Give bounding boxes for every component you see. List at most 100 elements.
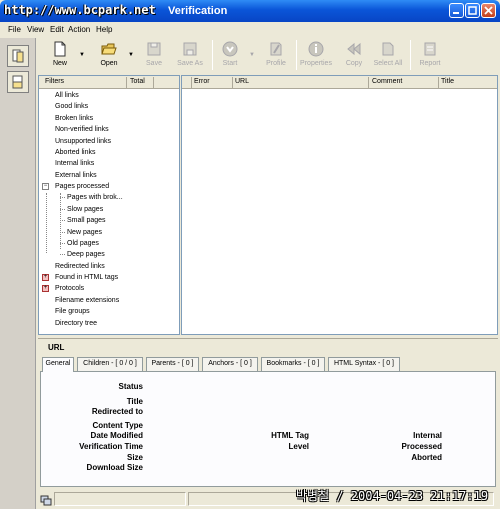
maximize-button[interactable]: [465, 3, 480, 18]
tab-parents[interactable]: Parents - [ 0 ]: [146, 357, 199, 371]
filter-new-pages[interactable]: New pages: [67, 227, 102, 238]
internal-label: Internal: [413, 431, 442, 440]
open-folder-icon: [101, 43, 117, 55]
download-size-label: Download Size: [86, 463, 143, 472]
view-toggle-button-1[interactable]: [7, 45, 29, 67]
start-button[interactable]: Start: [212, 38, 248, 72]
document-view-icon: [12, 49, 24, 63]
menu-edit[interactable]: Edit: [50, 25, 64, 34]
filter-old-pages[interactable]: Old pages: [67, 238, 99, 249]
menu-file[interactable]: File: [8, 25, 21, 34]
details-tabs: General Children - [ 0 / 0 ] Parents - […: [40, 357, 498, 372]
status-cell-1: [54, 492, 186, 506]
close-button[interactable]: [481, 3, 496, 18]
title-bar: http://www.bcpark.net Verification: [0, 0, 500, 22]
filter-aborted-links[interactable]: Aborted links: [55, 147, 95, 158]
protocols-expand-icon[interactable]: +: [42, 285, 49, 292]
profile-icon: [270, 42, 282, 56]
content-type-label: Content Type: [92, 421, 143, 430]
watermark-text: http://www.bcpark.net: [4, 3, 156, 17]
save-as-button[interactable]: Save As: [172, 38, 208, 72]
left-rail: [0, 38, 36, 509]
save-as-disk-icon: [183, 42, 197, 56]
processed-label: Processed: [401, 442, 442, 451]
menu-help[interactable]: Help: [96, 25, 112, 34]
open-button[interactable]: Open: [91, 38, 127, 72]
filter-all-links[interactable]: All links: [55, 90, 79, 101]
copy-label: Copy: [345, 60, 363, 67]
menu-view[interactable]: View: [27, 25, 44, 34]
report-button[interactable]: Report: [412, 38, 448, 72]
tab-general[interactable]: General: [42, 357, 74, 372]
properties-button[interactable]: Properties: [298, 38, 334, 72]
profile-label: Profile: [266, 60, 286, 67]
title-label: Title: [126, 397, 143, 406]
redirected-to-label: Redirected to: [91, 407, 143, 416]
filter-deep-pages[interactable]: Deep pages: [67, 249, 105, 260]
copy-rewind-icon: [347, 42, 361, 56]
save-as-label: Save As: [177, 60, 203, 67]
error-column-header[interactable]: Error: [194, 78, 210, 85]
html-tag-label: HTML Tag: [271, 431, 309, 440]
filter-pages-with-broken[interactable]: Pages with brok...: [67, 192, 123, 203]
tab-anchors[interactable]: Anchors - [ 0 ]: [202, 357, 258, 371]
filters-header: Filters Total: [39, 76, 179, 89]
new-label: New: [52, 60, 67, 67]
copy-button[interactable]: Copy: [336, 38, 372, 72]
filter-broken-links[interactable]: Broken links: [55, 113, 93, 124]
network-status-icon: [40, 495, 52, 506]
menu-bar: File View Edit Action Help: [0, 22, 500, 37]
filter-pages-processed[interactable]: Pages processed: [55, 181, 109, 192]
status-label: Status: [118, 382, 143, 391]
tab-children[interactable]: Children - [ 0 / 0 ]: [77, 357, 143, 371]
filter-redirected-links[interactable]: Redirected links: [55, 261, 105, 272]
results-header: Error URL Comment Title: [182, 76, 497, 89]
start-dropdown-arrow[interactable]: ▼: [249, 52, 255, 58]
filter-good-links[interactable]: Good links: [55, 101, 88, 112]
timestamp-watermark: 박병철 / 2004-04-23 21:17:19: [296, 489, 489, 503]
view-toggle-button-2[interactable]: [7, 71, 29, 93]
select-all-icon: [382, 42, 394, 56]
tab-html-syntax[interactable]: HTML Syntax - [ 0 ]: [328, 357, 400, 371]
filter-found-in-html-tags[interactable]: Found in HTML tags: [55, 272, 118, 283]
select-all-button[interactable]: Select All: [370, 38, 406, 72]
tab-bookmarks[interactable]: Bookmarks - [ 0 ]: [261, 357, 325, 371]
filter-small-pages[interactable]: Small pages: [67, 215, 106, 226]
filter-directory-tree[interactable]: Directory tree: [55, 318, 97, 329]
open-dropdown-arrow[interactable]: ▼: [128, 52, 134, 58]
filter-external-links[interactable]: External links: [55, 170, 97, 181]
filters-column-header[interactable]: Filters: [45, 78, 64, 85]
url-column-header[interactable]: URL: [235, 78, 249, 85]
title-column-header[interactable]: Title: [441, 78, 454, 85]
profile-button[interactable]: Profile: [258, 38, 294, 72]
minimize-button[interactable]: [449, 3, 464, 18]
new-button[interactable]: New: [42, 38, 78, 72]
menu-action[interactable]: Action: [68, 25, 90, 34]
open-label: Open: [100, 60, 118, 67]
total-column-header[interactable]: Total: [130, 78, 145, 85]
window-title: Verification: [168, 5, 228, 17]
save-label: Save: [146, 60, 162, 67]
new-dropdown-arrow[interactable]: ▼: [79, 52, 85, 58]
save-button[interactable]: Save: [136, 38, 172, 72]
filter-slow-pages[interactable]: Slow pages: [67, 204, 103, 215]
comment-column-header[interactable]: Comment: [372, 78, 402, 85]
filter-protocols[interactable]: Protocols: [55, 283, 84, 294]
found-in-html-tags-expand-icon[interactable]: +: [42, 274, 49, 281]
results-list: Error URL Comment Title: [181, 75, 498, 335]
document-split-icon: [12, 75, 23, 89]
url-panel-label: URL: [48, 343, 65, 352]
filter-file-groups[interactable]: File groups: [55, 306, 90, 317]
properties-info-icon: [308, 41, 324, 57]
level-label: Level: [288, 442, 309, 451]
report-icon: [424, 42, 436, 56]
save-disk-icon: [147, 42, 161, 56]
start-play-icon: [222, 41, 238, 57]
filter-unsupported-links[interactable]: Unsupported links: [55, 136, 111, 147]
report-label: Report: [419, 60, 441, 67]
filter-non-verified-links[interactable]: Non-verified links: [55, 124, 109, 135]
filter-filename-extensions[interactable]: Filename extensions: [55, 295, 119, 306]
toolbar: New ▼ Open ▼ Save Save As Start ▼ Profil…: [38, 38, 498, 74]
filter-internal-links[interactable]: Internal links: [55, 158, 94, 169]
pages-processed-collapse-icon[interactable]: −: [42, 183, 49, 190]
